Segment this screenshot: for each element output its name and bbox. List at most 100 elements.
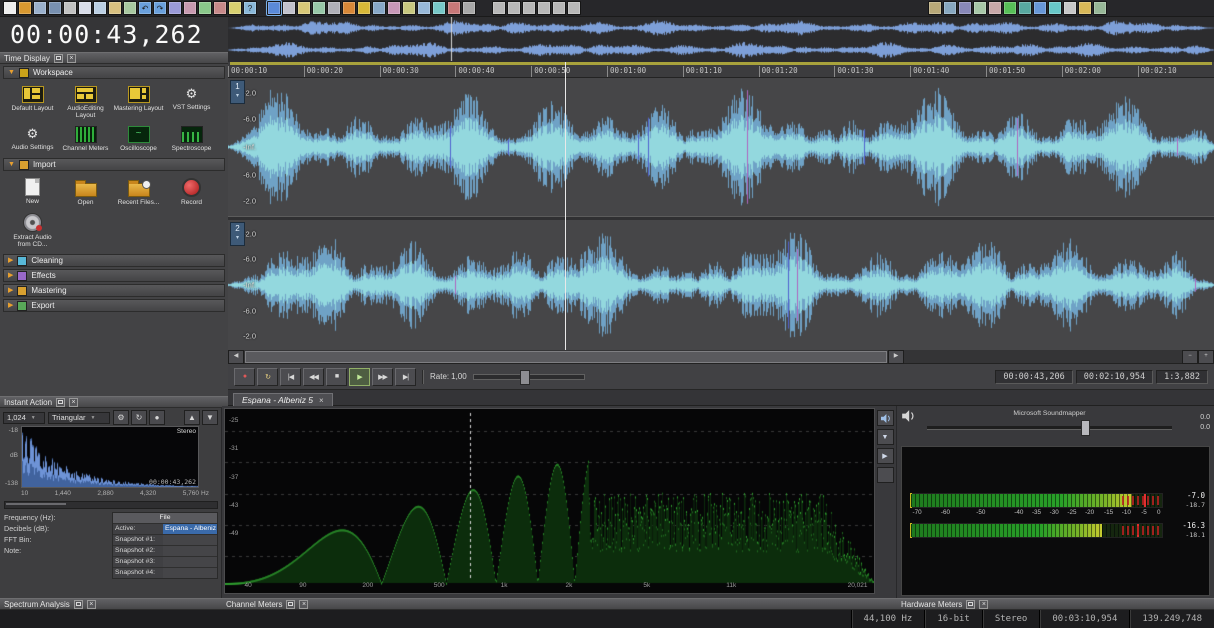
channel-2-badge[interactable]: 2 [230, 222, 245, 246]
help-icon[interactable]: ? [243, 1, 257, 15]
sidebar-item-audioediting-layout[interactable]: AudioEditing Layout [59, 82, 112, 122]
go-to-start-button[interactable]: |◀ [280, 367, 301, 386]
table-row[interactable]: Snapshot #3: [113, 556, 217, 567]
close-icon[interactable]: × [299, 599, 309, 609]
section-effects[interactable]: ▶ Effects [3, 269, 225, 282]
loop-playback-button[interactable]: ↻ [257, 367, 278, 386]
fader-track[interactable] [927, 426, 1172, 430]
table-row[interactable]: Snapshot #2: [113, 545, 217, 556]
section-mastering[interactable]: ▶ Mastering [3, 284, 225, 297]
ripple-toggle-icon[interactable] [387, 1, 401, 15]
hardware-meters-toggle-icon[interactable] [1018, 1, 1032, 15]
document-tab[interactable]: Espana - Albeniz 5 × [233, 393, 333, 406]
pencil-tool-icon[interactable] [297, 1, 311, 15]
scroll-right-button[interactable]: ▶ [888, 349, 904, 364]
envelope-tool-icon[interactable] [312, 1, 326, 15]
overview-waveform-canvas[interactable] [228, 17, 1214, 61]
workspace-section-header[interactable]: ▼ Workspace [3, 66, 225, 79]
fft-size-dropdown[interactable]: 1,024 ▼ [3, 411, 45, 424]
find-icon[interactable] [228, 1, 242, 15]
properties-icon[interactable] [63, 1, 77, 15]
restore-icon[interactable] [56, 397, 66, 407]
sidebar-item-audio-settings[interactable]: Audio Settings [6, 122, 59, 155]
goto-start-icon[interactable] [492, 1, 506, 15]
rewind-button[interactable]: ◀◀ [303, 367, 324, 386]
explorer-icon[interactable] [928, 1, 942, 15]
paste-icon[interactable] [108, 1, 122, 15]
scroll-up-icon[interactable]: ▲ [184, 410, 200, 425]
reset-button[interactable]: ▼ [876, 429, 894, 445]
hold-button[interactable] [876, 467, 894, 483]
edit-tool-icon[interactable] [266, 0, 282, 16]
sidebar-item-spectroscope[interactable]: Spectroscope [165, 122, 218, 155]
sidebar-item-new[interactable]: New [6, 174, 59, 209]
spectrum-view-icon[interactable] [447, 1, 461, 15]
close-icon[interactable]: × [319, 396, 324, 405]
video-preview-icon[interactable] [958, 1, 972, 15]
sidebar-item-channel-meters[interactable]: Channel Meters [59, 122, 112, 155]
forward-button[interactable]: ▶▶ [372, 367, 393, 386]
table-row[interactable]: Snapshot #1: [113, 534, 217, 545]
repeat-icon[interactable] [168, 1, 182, 15]
sidebar-item-record[interactable]: Record [165, 174, 218, 209]
waveform-view-icon[interactable] [432, 1, 446, 15]
zoom-tool-icon[interactable] [327, 1, 341, 15]
mix-icon[interactable] [183, 1, 197, 15]
section-cleaning[interactable]: ▶ Cleaning [3, 254, 225, 267]
close-icon[interactable]: × [979, 599, 989, 609]
open-file-icon[interactable] [18, 1, 32, 15]
trim-icon[interactable] [123, 1, 137, 15]
close-icon[interactable]: × [69, 397, 79, 407]
script-editor-icon[interactable] [1063, 1, 1077, 15]
sidebar-item-extract-cd[interactable]: Extract Audio from CD... [6, 209, 59, 251]
play-button[interactable]: ▶ [349, 367, 370, 386]
sidebar-item-oscilloscope[interactable]: Oscilloscope [112, 122, 165, 155]
refresh-icon[interactable]: ↻ [131, 410, 147, 425]
rewind-icon[interactable] [507, 1, 521, 15]
oscilloscope-toggle-icon[interactable] [1048, 1, 1062, 15]
preview-icon[interactable] [198, 1, 212, 15]
waveform-canvas-1[interactable] [228, 78, 1214, 216]
spectrum-scrollbar[interactable] [4, 501, 218, 509]
close-icon[interactable]: × [86, 599, 96, 609]
level-zoom-icon[interactable] [462, 1, 476, 15]
redo-icon[interactable]: ↷ [153, 1, 167, 15]
workspace-toggle-icon[interactable] [1093, 1, 1107, 15]
copy-icon[interactable] [93, 1, 107, 15]
plugin-chainer-icon[interactable] [988, 1, 1002, 15]
cut-icon[interactable] [78, 1, 92, 15]
overview-waveform[interactable] [228, 17, 1214, 63]
window-type-dropdown[interactable]: Triangular ▼ [48, 411, 110, 424]
zoom-in-button[interactable]: + [1198, 349, 1214, 364]
plugin-manager-icon[interactable] [973, 1, 987, 15]
marker-tool-icon[interactable] [342, 1, 356, 15]
new-file-icon[interactable] [3, 1, 17, 15]
save-icon[interactable] [33, 1, 47, 15]
channel-meters-toggle-icon[interactable] [1003, 1, 1017, 15]
sidebar-item-open[interactable]: Open [59, 174, 112, 209]
spectrum-analysis-toggle-icon[interactable] [1033, 1, 1047, 15]
table-row[interactable]: Active: Espana - Albeniz [113, 523, 217, 534]
time-display-toggle-icon[interactable] [943, 1, 957, 15]
snap-toggle-icon[interactable] [372, 1, 386, 15]
scroll-left-button[interactable]: ◀ [228, 349, 244, 364]
waveform-channel-1[interactable]: -2.0 -6.0 -Inf. -6.0 -2.0 1 [228, 78, 1214, 217]
restore-icon[interactable] [286, 599, 296, 609]
forward-icon[interactable] [522, 1, 536, 15]
sidebar-item-vst-settings[interactable]: VST Settings [165, 82, 218, 122]
restore-icon[interactable] [73, 599, 83, 609]
waveform-channel-2[interactable]: -2.0 -6.0 -Inf. -6.0 -2.0 2 [228, 220, 1214, 351]
table-row[interactable]: Snapshot #4: [113, 567, 217, 578]
close-icon[interactable]: × [66, 53, 76, 63]
settings-gear-icon[interactable]: ⚙ [113, 410, 129, 425]
save-all-icon[interactable] [48, 1, 62, 15]
undo-icon[interactable]: ↶ [138, 1, 152, 15]
sidebar-item-recent-files[interactable]: Recent Files... [112, 174, 165, 209]
crossfade-toggle-icon[interactable] [417, 1, 431, 15]
snapshot-icon[interactable]: ● [149, 410, 165, 425]
import-section-header[interactable]: ▼ Import [3, 158, 225, 171]
settings-button[interactable]: ▶ [876, 448, 894, 464]
restore-icon[interactable] [966, 599, 976, 609]
monitor-toggle-button[interactable] [876, 410, 894, 426]
zoom-out-button[interactable]: − [1182, 349, 1198, 364]
